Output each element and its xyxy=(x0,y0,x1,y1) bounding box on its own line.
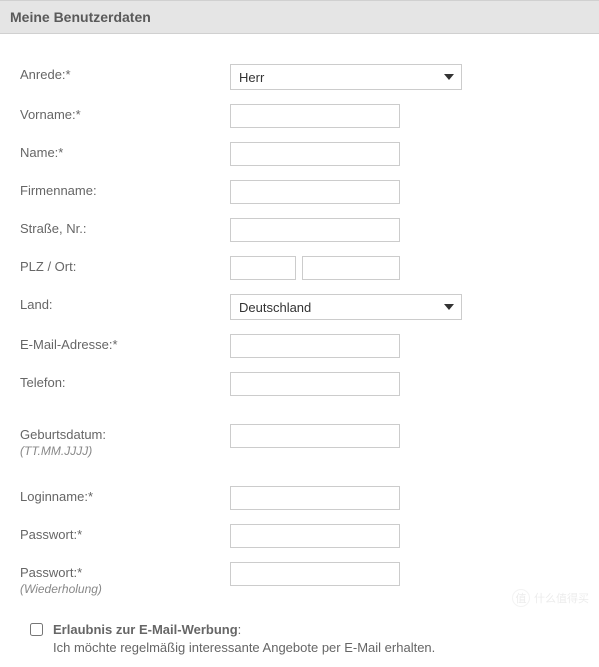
street-input[interactable] xyxy=(230,218,400,242)
loginname-input[interactable] xyxy=(230,486,400,510)
phone-input[interactable] xyxy=(230,372,400,396)
row-telefon: Telefon: xyxy=(20,372,579,396)
row-strasse: Straße, Nr.: xyxy=(20,218,579,242)
label-email: E-Mail-Adresse:* xyxy=(20,334,230,352)
consent-title: Erlaubnis zur E-Mail-Werbung xyxy=(53,622,238,637)
consent-colon: : xyxy=(238,622,242,637)
label-plzort: PLZ / Ort: xyxy=(20,256,230,274)
country-select[interactable]: Deutschland xyxy=(230,294,462,320)
row-land: Land: Deutschland xyxy=(20,294,579,320)
lastname-input[interactable] xyxy=(230,142,400,166)
city-input[interactable] xyxy=(302,256,400,280)
consent-body: Ich möchte regelmäßig interessante Angeb… xyxy=(53,640,435,655)
label-loginname: Loginname:* xyxy=(20,486,230,504)
section-title: Meine Benutzerdaten xyxy=(10,9,589,25)
label-geburtsdatum-text: Geburtsdatum: xyxy=(20,427,106,442)
label-passwort: Passwort:* xyxy=(20,524,230,542)
row-name: Name:* xyxy=(20,142,579,166)
row-passwort2: Passwort:* (Wiederholung) xyxy=(20,562,579,596)
salutation-select[interactable]: Herr xyxy=(230,64,462,90)
row-email: E-Mail-Adresse:* xyxy=(20,334,579,358)
hint-geburtsdatum: (TT.MM.JJJJ) xyxy=(20,444,230,458)
row-email-consent: Erlaubnis zur E-Mail-Werbung: Ich möchte… xyxy=(20,621,579,657)
label-passwort2: Passwort:* (Wiederholung) xyxy=(20,562,230,596)
label-telefon: Telefon: xyxy=(20,372,230,390)
firstname-input[interactable] xyxy=(230,104,400,128)
user-data-form: Anrede:* Herr Vorname:* Name:* Firmennam… xyxy=(0,34,599,667)
hint-passwort2: (Wiederholung) xyxy=(20,582,230,596)
row-firmenname: Firmenname: xyxy=(20,180,579,204)
row-passwort: Passwort:* xyxy=(20,524,579,548)
country-value: Deutschland xyxy=(230,294,462,320)
label-vorname: Vorname:* xyxy=(20,104,230,122)
label-name: Name:* xyxy=(20,142,230,160)
birthdate-input[interactable] xyxy=(230,424,400,448)
label-geburtsdatum: Geburtsdatum: (TT.MM.JJJJ) xyxy=(20,424,230,458)
row-geburtsdatum: Geburtsdatum: (TT.MM.JJJJ) xyxy=(20,424,579,458)
company-input[interactable] xyxy=(230,180,400,204)
row-anrede: Anrede:* Herr xyxy=(20,64,579,90)
label-passwort2-text: Passwort:* xyxy=(20,565,82,580)
row-loginname: Loginname:* xyxy=(20,486,579,510)
password-repeat-input[interactable] xyxy=(230,562,400,586)
salutation-value: Herr xyxy=(230,64,462,90)
email-input[interactable] xyxy=(230,334,400,358)
section-header: Meine Benutzerdaten xyxy=(0,0,599,34)
label-firmenname: Firmenname: xyxy=(20,180,230,198)
label-anrede: Anrede:* xyxy=(20,64,230,82)
password-input[interactable] xyxy=(230,524,400,548)
row-plzort: PLZ / Ort: xyxy=(20,256,579,280)
label-strasse: Straße, Nr.: xyxy=(20,218,230,236)
label-land: Land: xyxy=(20,294,230,312)
email-consent-text: Erlaubnis zur E-Mail-Werbung: Ich möchte… xyxy=(53,621,579,657)
zip-input[interactable] xyxy=(230,256,296,280)
email-consent-checkbox[interactable] xyxy=(30,623,43,636)
row-vorname: Vorname:* xyxy=(20,104,579,128)
